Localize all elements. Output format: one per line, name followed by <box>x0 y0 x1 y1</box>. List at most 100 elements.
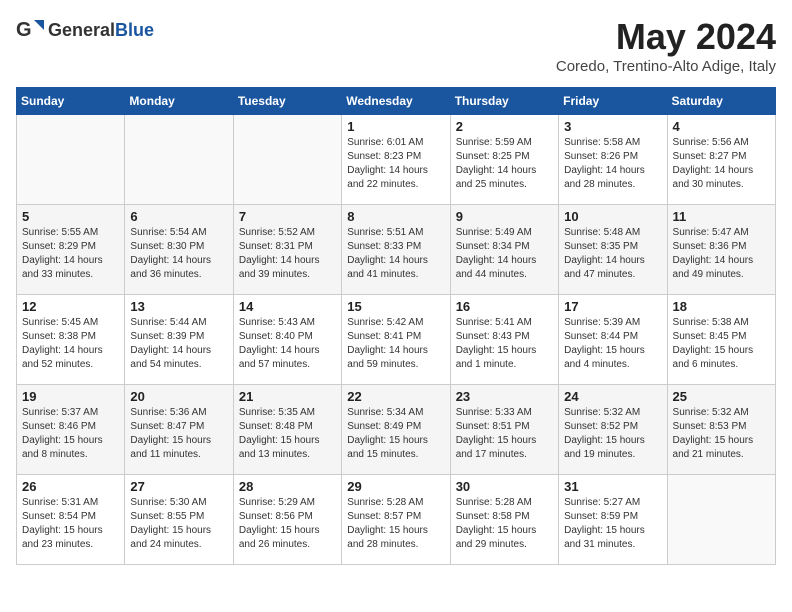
calendar-cell: 12 Sunrise: 5:45 AMSunset: 8:38 PMDayligh… <box>17 295 125 385</box>
calendar-cell: 21Sunrise: 5:35 AMSunset: 8:48 PMDayligh… <box>233 385 341 475</box>
day-number: 6 <box>130 209 227 224</box>
day-details: Sunrise: 5:59 AMSunset: 8:25 PMDaylight:… <box>456 136 553 192</box>
day-number: 7 <box>239 209 336 224</box>
day-number: 30 <box>456 479 553 494</box>
day-number: 31 <box>564 479 661 494</box>
day-number: 28 <box>239 479 336 494</box>
day-details: Sunrise: 5:29 AMSunset: 8:56 PMDaylight:… <box>239 496 336 552</box>
day-details: Sunrise: 5:34 AMSunset: 8:49 PMDaylight:… <box>347 406 444 462</box>
day-details: Sunrise: 5:55 AMSunset: 8:29 PMDaylight:… <box>22 226 119 282</box>
day-number: 25 <box>673 389 770 404</box>
column-header-thursday: Thursday <box>450 88 558 115</box>
day-number: 10 <box>564 209 661 224</box>
day-number: 12 <box>22 299 119 314</box>
day-number: 3 <box>564 119 661 134</box>
header: G GeneralBlue May 2024 Coredo, Trentino-… <box>16 16 776 75</box>
day-details: Sunrise: 5:32 AMSunset: 8:52 PMDaylight:… <box>564 406 661 462</box>
calendar-week-row: 26 Sunrise: 5:31 AMSunset: 8:54 PMDayligh… <box>17 475 776 565</box>
day-number: 13 <box>130 299 227 314</box>
day-number: 9 <box>456 209 553 224</box>
calendar-cell: 10 Sunrise: 5:48 AMSunset: 8:35 PMDayligh… <box>559 205 667 295</box>
day-details: Sunrise: 5:51 AMSunset: 8:33 PMDaylight:… <box>347 226 444 282</box>
day-number: 14 <box>239 299 336 314</box>
calendar-cell: 27 Sunrise: 5:30 AMSunset: 8:55 PMDayligh… <box>125 475 233 565</box>
calendar-cell <box>125 115 233 205</box>
day-details: Sunrise: 5:42 AMSunset: 8:41 PMDaylight:… <box>347 316 444 372</box>
day-number: 29 <box>347 479 444 494</box>
calendar-cell: 23 Sunrise: 5:33 AMSunset: 8:51 PMDayligh… <box>450 385 558 475</box>
day-details: Sunrise: 5:47 AMSunset: 8:36 PMDaylight:… <box>673 226 770 282</box>
calendar-cell: 29Sunrise: 5:28 AMSunset: 8:57 PMDayligh… <box>342 475 450 565</box>
calendar-header-row: SundayMondayTuesdayWednesdayThursdayFrid… <box>17 88 776 115</box>
day-details: Sunrise: 5:35 AMSunset: 8:48 PMDaylight:… <box>239 406 336 462</box>
column-header-sunday: Sunday <box>17 88 125 115</box>
day-number: 20 <box>130 389 227 404</box>
calendar-cell: 16Sunrise: 5:41 AMSunset: 8:43 PMDayligh… <box>450 295 558 385</box>
day-details: Sunrise: 5:39 AMSunset: 8:44 PMDaylight:… <box>564 316 661 372</box>
calendar-week-row: 1Sunrise: 6:01 AMSunset: 8:23 PMDaylight… <box>17 115 776 205</box>
day-details: Sunrise: 5:49 AMSunset: 8:34 PMDaylight:… <box>456 226 553 282</box>
logo-blue-text: Blue <box>115 20 154 40</box>
day-details: Sunrise: 5:44 AMSunset: 8:39 PMDaylight:… <box>130 316 227 372</box>
day-number: 15 <box>347 299 444 314</box>
calendar-cell: 28 Sunrise: 5:29 AMSunset: 8:56 PMDayligh… <box>233 475 341 565</box>
column-header-wednesday: Wednesday <box>342 88 450 115</box>
day-number: 27 <box>130 479 227 494</box>
calendar-cell: 15 Sunrise: 5:42 AMSunset: 8:41 PMDayligh… <box>342 295 450 385</box>
calendar-cell: 31 Sunrise: 5:27 AMSunset: 8:59 PMDayligh… <box>559 475 667 565</box>
day-number: 26 <box>22 479 119 494</box>
calendar-cell: 30Sunrise: 5:28 AMSunset: 8:58 PMDayligh… <box>450 475 558 565</box>
calendar-cell: 2Sunrise: 5:59 AMSunset: 8:25 PMDaylight… <box>450 115 558 205</box>
day-details: Sunrise: 5:31 AMSunset: 8:54 PMDaylight:… <box>22 496 119 552</box>
day-number: 24 <box>564 389 661 404</box>
day-number: 23 <box>456 389 553 404</box>
day-number: 22 <box>347 389 444 404</box>
calendar-cell: 20Sunrise: 5:36 AMSunset: 8:47 PMDayligh… <box>125 385 233 475</box>
calendar-cell: 19 Sunrise: 5:37 AMSunset: 8:46 PMDayligh… <box>17 385 125 475</box>
day-details: Sunrise: 5:37 AMSunset: 8:46 PMDaylight:… <box>22 406 119 462</box>
calendar-cell: 6Sunrise: 5:54 AMSunset: 8:30 PMDaylight… <box>125 205 233 295</box>
calendar-cell: 14 Sunrise: 5:43 AMSunset: 8:40 PMDayligh… <box>233 295 341 385</box>
day-details: Sunrise: 5:38 AMSunset: 8:45 PMDaylight:… <box>673 316 770 372</box>
day-number: 19 <box>22 389 119 404</box>
column-header-tuesday: Tuesday <box>233 88 341 115</box>
calendar-cell <box>17 115 125 205</box>
day-details: Sunrise: 5:45 AMSunset: 8:38 PMDaylight:… <box>22 316 119 372</box>
calendar-cell: 1Sunrise: 6:01 AMSunset: 8:23 PMDaylight… <box>342 115 450 205</box>
calendar-cell: 4 Sunrise: 5:56 AMSunset: 8:27 PMDaylight… <box>667 115 775 205</box>
logo: G GeneralBlue <box>16 16 154 44</box>
calendar-cell: 3Sunrise: 5:58 AMSunset: 8:26 PMDaylight… <box>559 115 667 205</box>
month-year-title: May 2024 <box>556 16 776 58</box>
calendar-week-row: 12 Sunrise: 5:45 AMSunset: 8:38 PMDayligh… <box>17 295 776 385</box>
day-details: Sunrise: 5:52 AMSunset: 8:31 PMDaylight:… <box>239 226 336 282</box>
column-header-friday: Friday <box>559 88 667 115</box>
calendar-cell: 8 Sunrise: 5:51 AMSunset: 8:33 PMDaylight… <box>342 205 450 295</box>
calendar-cell: 5 Sunrise: 5:55 AMSunset: 8:29 PMDaylight… <box>17 205 125 295</box>
svg-text:G: G <box>16 19 32 41</box>
calendar-table: SundayMondayTuesdayWednesdayThursdayFrid… <box>16 87 776 565</box>
day-details: Sunrise: 5:27 AMSunset: 8:59 PMDaylight:… <box>564 496 661 552</box>
calendar-cell: 25 Sunrise: 5:32 AMSunset: 8:53 PMDayligh… <box>667 385 775 475</box>
calendar-cell: 7 Sunrise: 5:52 AMSunset: 8:31 PMDaylight… <box>233 205 341 295</box>
day-number: 4 <box>673 119 770 134</box>
calendar-cell <box>667 475 775 565</box>
calendar-cell: 18 Sunrise: 5:38 AMSunset: 8:45 PMDayligh… <box>667 295 775 385</box>
calendar-cell <box>233 115 341 205</box>
day-number: 1 <box>347 119 444 134</box>
day-number: 8 <box>347 209 444 224</box>
calendar-cell: 22 Sunrise: 5:34 AMSunset: 8:49 PMDayligh… <box>342 385 450 475</box>
day-number: 18 <box>673 299 770 314</box>
calendar-cell: 13 Sunrise: 5:44 AMSunset: 8:39 PMDayligh… <box>125 295 233 385</box>
day-details: Sunrise: 5:32 AMSunset: 8:53 PMDaylight:… <box>673 406 770 462</box>
day-details: Sunrise: 5:56 AMSunset: 8:27 PMDaylight:… <box>673 136 770 192</box>
day-details: Sunrise: 5:30 AMSunset: 8:55 PMDaylight:… <box>130 496 227 552</box>
location-subtitle: Coredo, Trentino-Alto Adige, Italy <box>556 58 776 75</box>
logo-icon: G <box>16 16 44 44</box>
calendar-cell: 11 Sunrise: 5:47 AMSunset: 8:36 PMDayligh… <box>667 205 775 295</box>
logo-general-text: General <box>48 20 115 40</box>
day-details: Sunrise: 5:33 AMSunset: 8:51 PMDaylight:… <box>456 406 553 462</box>
day-details: Sunrise: 5:43 AMSunset: 8:40 PMDaylight:… <box>239 316 336 372</box>
day-number: 11 <box>673 209 770 224</box>
day-number: 5 <box>22 209 119 224</box>
day-details: Sunrise: 5:48 AMSunset: 8:35 PMDaylight:… <box>564 226 661 282</box>
